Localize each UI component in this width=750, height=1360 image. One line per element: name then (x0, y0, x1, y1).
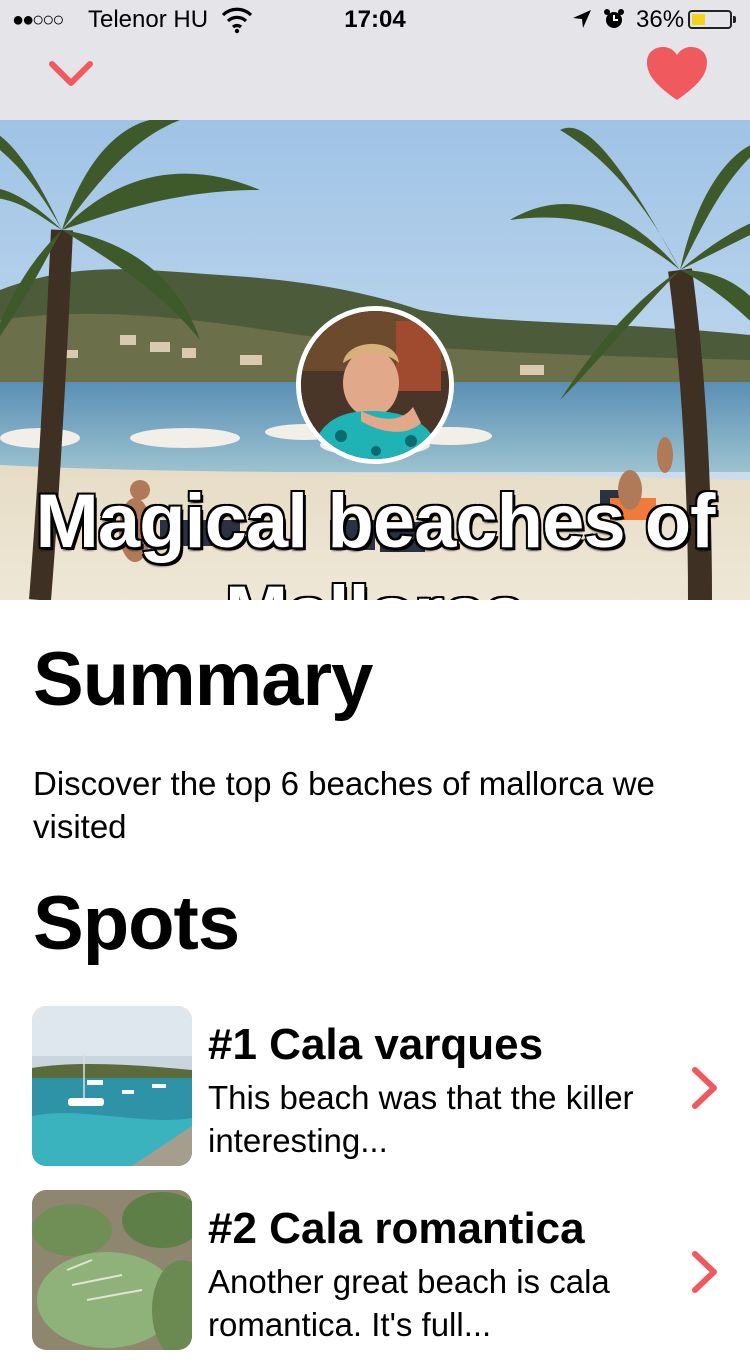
location-arrow-icon (573, 10, 591, 28)
summary-text: Discover the top 6 beaches of mallorca w… (33, 765, 655, 845)
author-avatar-photo[interactable] (296, 306, 454, 464)
top-bar: ●●○○○ Telenor HU 17:04 36% (0, 0, 750, 120)
spots-heading: Spots (33, 881, 240, 966)
spot-description: Another great beach is cala romantica. I… (208, 1263, 610, 1343)
alarm-clock-icon (604, 9, 624, 28)
spot-title: #1 Cala varques (208, 1020, 544, 1069)
avatar-image (301, 311, 449, 459)
summary-heading: Summary (33, 637, 373, 722)
battery-icon (688, 10, 736, 29)
battery-fill (692, 14, 705, 25)
chevron-down-icon[interactable] (48, 58, 94, 90)
chevron-right-icon[interactable] (690, 1250, 720, 1294)
hero-title: Magical beaches of Mallorca (35, 479, 716, 600)
spot-list-item[interactable]: #1 Cala varques This beach was that the … (0, 1006, 750, 1176)
hero-banner: Magical beaches of Mallorca (0, 120, 750, 600)
spot-thumbnail (32, 1190, 192, 1350)
spot-description: This beach was that the killer interesti… (208, 1079, 634, 1159)
heart-icon[interactable] (646, 46, 708, 102)
spot-title: #2 Cala romantica (208, 1204, 585, 1253)
status-bar: ●●○○○ Telenor HU 17:04 36% (0, 0, 750, 40)
spot-thumbnail (32, 1006, 192, 1166)
battery-nub (733, 16, 736, 23)
battery-percent: 36% (636, 6, 685, 33)
cactus-leaf-photo (32, 1190, 192, 1350)
boats-in-bay-photo (32, 1006, 192, 1166)
chevron-right-icon[interactable] (690, 1066, 720, 1110)
spot-list-item[interactable]: #2 Cala romantica Another great beach is… (0, 1190, 750, 1360)
